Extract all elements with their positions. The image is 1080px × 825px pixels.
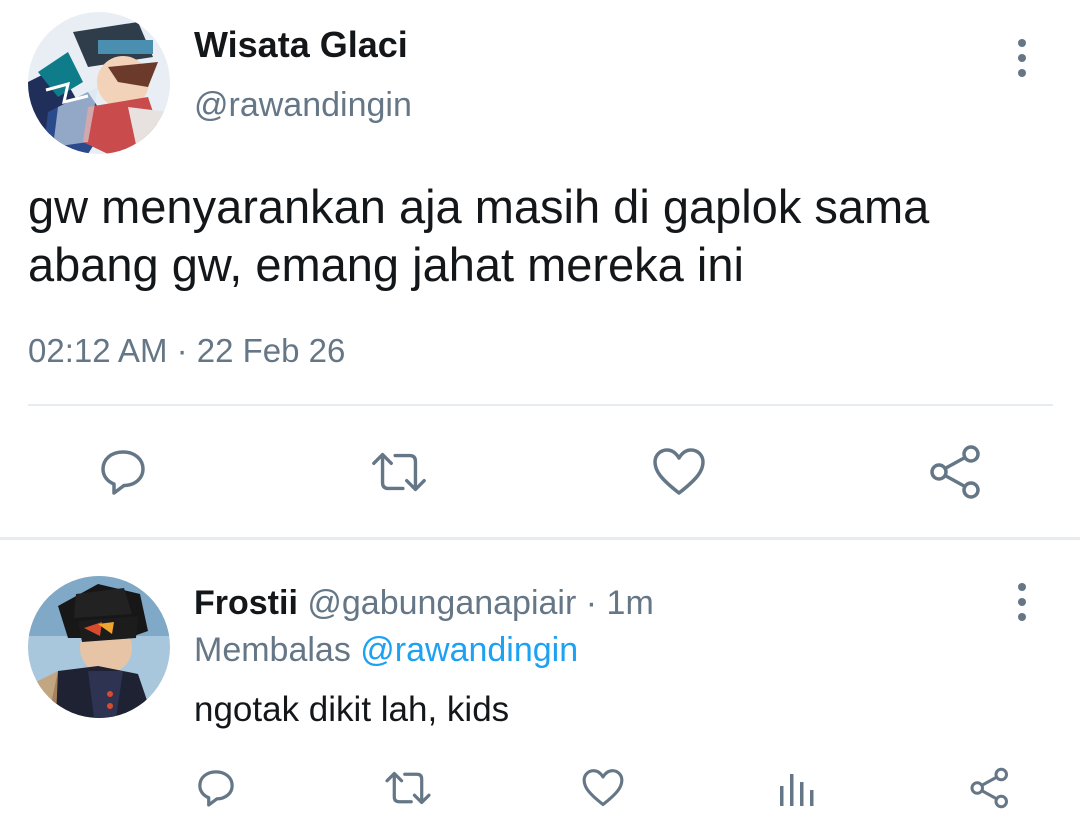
reply-icon <box>101 450 145 495</box>
replying-to: Membalas @rawandingin <box>194 631 578 670</box>
more-dot <box>1018 54 1026 62</box>
reply-author-name[interactable]: Frostii <box>194 584 298 622</box>
like-icon <box>582 769 624 807</box>
more-options-button[interactable] <box>1007 36 1037 80</box>
like-button[interactable] <box>649 442 709 502</box>
reply-reply-button[interactable] <box>186 758 246 818</box>
section-divider <box>0 537 1080 540</box>
avatar-image <box>28 576 170 718</box>
retweet-button[interactable] <box>369 442 429 502</box>
reply-icon <box>198 770 234 807</box>
reply-retweet-button[interactable] <box>378 758 438 818</box>
reply-author-avatar[interactable] <box>28 576 170 718</box>
share-icon <box>930 445 980 499</box>
replying-to-mention[interactable]: @rawandingin <box>360 631 578 669</box>
author-name[interactable]: Wisata Glaci <box>194 24 408 66</box>
reply-age: 1m <box>606 584 654 622</box>
tweet-timestamp[interactable]: 02:12 AM · 22 Feb 26 <box>28 332 345 370</box>
reply-author-handle[interactable]: @gabunganapiair <box>307 584 576 622</box>
more-dot <box>1018 613 1026 621</box>
author-handle[interactable]: @rawandingin <box>194 86 412 125</box>
meta-separator: · <box>576 584 607 622</box>
tweet-text-line: abang gw, emang jahat mereka ini <box>28 238 744 291</box>
reply-button[interactable] <box>93 442 153 502</box>
reply-header: Frostii @gabunganapiair · 1m <box>194 584 654 623</box>
tweet-text: gw menyarankan aja masih di gaplok sama … <box>28 178 1048 294</box>
reply-share-button[interactable] <box>960 758 1020 818</box>
reply-text: ngotak dikit lah, kids <box>194 690 510 729</box>
retweet-icon <box>372 452 426 492</box>
more-dot <box>1018 583 1026 591</box>
avatar-image <box>28 12 170 154</box>
reply-like-button[interactable] <box>573 758 633 818</box>
main-tweet: Wisata Glaci @rawandingin gw menyarankan… <box>0 0 1080 540</box>
tweet-text-line: gw menyarankan aja masih di gaplok sama <box>28 180 930 233</box>
share-button[interactable] <box>926 442 986 502</box>
replying-to-label: Membalas <box>194 631 361 669</box>
more-dot <box>1018 598 1026 606</box>
retweet-icon <box>385 771 431 805</box>
author-avatar[interactable] <box>28 12 170 154</box>
more-dot <box>1018 39 1026 47</box>
reply-analytics-button[interactable] <box>766 758 826 818</box>
like-icon <box>653 448 705 495</box>
more-dot <box>1018 69 1026 77</box>
share-icon <box>970 767 1008 809</box>
reply-more-options-button[interactable] <box>1007 580 1037 624</box>
divider <box>28 404 1053 406</box>
analytics-icon <box>780 774 814 806</box>
